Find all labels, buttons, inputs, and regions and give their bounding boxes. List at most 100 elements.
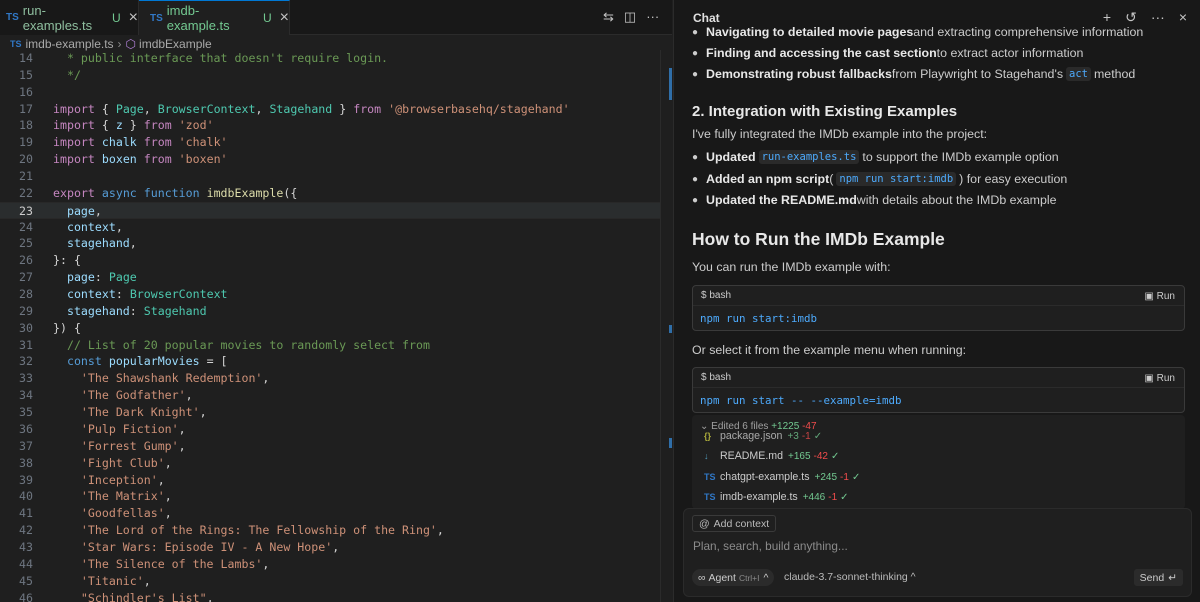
line-number: 39: [19, 472, 33, 487]
code-line[interactable]: 23 page,: [0, 201, 660, 219]
typescript-icon: TS: [10, 39, 22, 49]
code-line[interactable]: 36 'Pulp Fiction',: [0, 421, 660, 438]
breadcrumb-file[interactable]: imdb-example.ts: [26, 37, 114, 51]
edited-file-row[interactable]: {} package.json +3 -1 ✓: [704, 430, 822, 442]
code-line[interactable]: 33 'The Shawshank Redemption',: [0, 370, 660, 387]
code-text: import boxen from 'boxen': [53, 152, 228, 167]
code-line[interactable]: 19 import chalk from 'chalk': [0, 134, 660, 151]
line-number: 16: [19, 84, 33, 99]
code-line[interactable]: 30}) {: [0, 320, 660, 337]
code-text: 'The Lord of the Rings: The Fellowship o…: [80, 523, 444, 538]
untracked-badge: U: [262, 11, 272, 25]
list-item: ● Finding and accessing the cast section …: [692, 46, 1084, 60]
line-number: 15: [19, 67, 33, 82]
terminal-icon: ▣: [1144, 373, 1157, 384]
tab-run-examples[interactable]: TS run-examples.ts U ×: [0, 0, 139, 35]
code-text: stagehand: Stagehand: [66, 303, 207, 318]
code-command: npm run start -- --example=imdb: [700, 394, 902, 407]
split-editor-icon[interactable]: ◫: [624, 9, 636, 25]
code-line[interactable]: 38 'Fight Club',: [0, 455, 660, 472]
code-line[interactable]: 35 'The Dark Knight',: [0, 404, 660, 421]
code-text: 'The Godfather',: [80, 388, 193, 403]
chat-message: ● Navigating to detailed movie pages and …: [692, 22, 1186, 92]
code-text: 'Inception',: [80, 472, 165, 487]
line-number: 37: [19, 438, 33, 453]
code-line[interactable]: 17 import { Page, BrowserContext, Stageha…: [0, 101, 660, 118]
code-lang: $ bash: [701, 372, 732, 383]
code-line[interactable]: 24 context,: [0, 219, 660, 236]
code-line[interactable]: 42 'The Lord of the Rings: The Fellowshi…: [0, 522, 660, 539]
code-line[interactable]: 16: [0, 84, 660, 101]
code-line[interactable]: 45 'Titanic',: [0, 573, 660, 590]
close-icon[interactable]: ×: [280, 9, 289, 27]
code-line[interactable]: 41 'Goodfellas',: [0, 505, 660, 522]
add-context-button[interactable]: @ Add context: [692, 515, 777, 532]
chat-input[interactable]: Plan, search, build anything...: [693, 539, 848, 553]
inline-code[interactable]: run-examples.ts: [758, 150, 860, 164]
code-text: // List of 20 popular movies to randomly…: [53, 337, 430, 352]
code-line[interactable]: 31 // List of 20 popular movies to rando…: [0, 337, 660, 354]
code-line[interactable]: 20 import boxen from 'boxen': [0, 151, 660, 168]
more-actions-icon[interactable]: ···: [646, 9, 659, 25]
code-text: export async function imdbExample({: [53, 185, 298, 200]
tab-label: run-examples.ts: [22, 2, 93, 33]
code-line[interactable]: 44 'The Silence of the Lambs',: [0, 556, 660, 573]
code-line[interactable]: 27 page: Page: [0, 269, 660, 286]
code-line[interactable]: 32 const popularMovies = [: [0, 353, 660, 370]
line-number: 14: [19, 51, 33, 65]
code-line[interactable]: 21: [0, 168, 660, 185]
edited-file-row[interactable]: ↓ README.md +165 -42 ✓: [704, 450, 839, 462]
code-text: }: {: [53, 253, 81, 268]
line-number: 31: [19, 337, 33, 352]
code-line[interactable]: 37 'Forrest Gump',: [0, 438, 660, 455]
code-line[interactable]: 15 */: [0, 67, 660, 84]
breadcrumb-symbol[interactable]: imdbExample: [139, 37, 212, 51]
code-line[interactable]: 25 stagehand,: [0, 235, 660, 252]
compare-changes-icon[interactable]: ⇆: [603, 9, 614, 25]
code-line[interactable]: 46 "Schindler's List",: [0, 590, 660, 602]
code-text: 'The Silence of the Lambs',: [80, 556, 270, 571]
line-number: 23: [19, 203, 33, 218]
send-button[interactable]: Send ↵: [1133, 569, 1183, 586]
code-line[interactable]: 14 * public interface that doesn't requi…: [0, 50, 660, 67]
code-line[interactable]: 18 import { z } from 'zod': [0, 117, 660, 134]
inline-code[interactable]: npm run start:imdb: [836, 172, 957, 186]
code-line[interactable]: 28 context: BrowserContext: [0, 286, 660, 303]
scroll-change-marker: [669, 68, 672, 100]
code-text: 'Star Wars: Episode IV - A New Hope',: [80, 539, 340, 554]
list-item: ● Updated the README.md with details abou…: [692, 193, 1057, 207]
model-selector[interactable]: claude-3.7-sonnet-thinking ^: [784, 571, 916, 583]
paragraph: I've fully integrated the IMDb example i…: [692, 127, 988, 141]
close-icon[interactable]: ×: [129, 9, 138, 27]
agent-mode-dropdown[interactable]: ∞ Agent Ctrl+I ^: [692, 569, 775, 586]
line-number: 45: [19, 573, 33, 588]
code-line[interactable]: 39 'Inception',: [0, 472, 660, 489]
line-number: 43: [19, 539, 33, 554]
code-line[interactable]: 40 'The Matrix',: [0, 488, 660, 505]
run-button[interactable]: ▣ Run: [1144, 373, 1175, 384]
code-line[interactable]: 22 export async function imdbExample({: [0, 185, 660, 202]
code-text: page: Page: [66, 270, 137, 285]
code-line[interactable]: 43 'Star Wars: Episode IV - A New Hope',: [0, 539, 660, 556]
chevron-right-icon: ›: [117, 37, 122, 51]
line-number: 30: [19, 320, 33, 335]
code-line[interactable]: 34 'The Godfather',: [0, 387, 660, 404]
code-text: context: BrowserContext: [66, 287, 228, 302]
paragraph: Or select it from the example menu when …: [692, 343, 967, 357]
run-button[interactable]: ▣ Run: [1144, 291, 1175, 302]
code-area[interactable]: 14 * public interface that doesn't requi…: [0, 50, 672, 602]
code-text: const popularMovies = [: [66, 354, 228, 369]
code-block: $ bash ▣ Run npm run start -- --example=…: [692, 367, 1185, 413]
line-number: 42: [19, 523, 33, 538]
edited-file-row[interactable]: TS chatgpt-example.ts +245 -1 ✓: [704, 471, 860, 483]
typescript-icon: TS: [704, 472, 716, 482]
edited-file-row[interactable]: TS imdb-example.ts +446 -1 ✓: [704, 491, 849, 503]
code-line[interactable]: 29 stagehand: Stagehand: [0, 303, 660, 320]
tab-imdb-example[interactable]: TS imdb-example.ts U ×: [139, 0, 290, 35]
markdown-icon: ↓: [704, 451, 709, 461]
line-number: 17: [19, 101, 33, 116]
line-number: 29: [19, 303, 33, 318]
line-number: 18: [19, 118, 33, 133]
code-line[interactable]: 26}: {: [0, 252, 660, 269]
check-icon: ✓: [813, 430, 823, 442]
